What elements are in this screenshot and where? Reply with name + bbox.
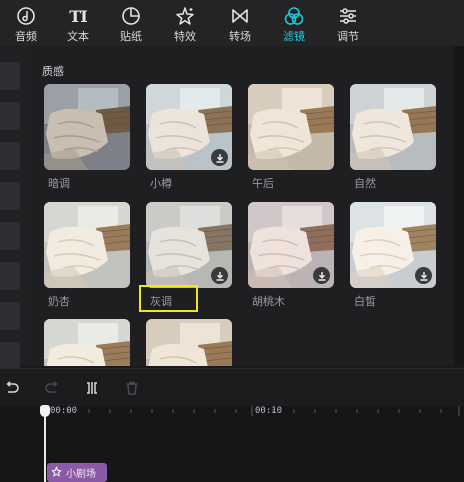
- transition-bowtie-icon: [229, 6, 251, 26]
- category-button[interactable]: [0, 102, 20, 130]
- time-mark: 00:10: [255, 406, 283, 416]
- category-button[interactable]: [0, 62, 20, 90]
- filter-label: 灰调: [150, 295, 172, 308]
- sticker-icon: [120, 6, 142, 26]
- filter-card[interactable]: 灰调: [146, 202, 232, 308]
- filter-card[interactable]: 白皙: [350, 202, 436, 308]
- section-title: 质感: [42, 65, 64, 78]
- filter-card[interactable]: [146, 319, 232, 366]
- filter-card[interactable]: 小樽: [146, 84, 232, 190]
- category-button[interactable]: [0, 182, 20, 210]
- timeline-toolbar: [0, 368, 464, 406]
- tool-filter[interactable]: 滤镜: [268, 0, 320, 46]
- filter-card[interactable]: 午后: [248, 84, 334, 190]
- download-icon[interactable]: [313, 267, 330, 284]
- filter-thumbnail: [44, 202, 130, 288]
- tool-adjust[interactable]: 调节: [322, 0, 374, 46]
- tool-transition[interactable]: 转场: [214, 0, 266, 46]
- filter-thumbnail: [350, 84, 436, 170]
- playhead[interactable]: [44, 410, 46, 482]
- tool-label: 滤镜: [283, 30, 305, 43]
- undo-icon[interactable]: [2, 378, 22, 398]
- filter-card[interactable]: 暗调: [44, 84, 130, 190]
- editor-toolbar: 音频 TI 文本 贴纸 特效 转场 滤镜 调节: [0, 0, 464, 46]
- filter-card[interactable]: 胡桃木: [248, 202, 334, 308]
- category-button[interactable]: [0, 222, 20, 250]
- tool-effects[interactable]: 特效: [159, 0, 211, 46]
- filter-thumbnail: [146, 202, 232, 288]
- filter-label: 自然: [354, 177, 376, 190]
- text-ti-icon: TI: [69, 6, 87, 26]
- filter-thumbnail: [350, 202, 436, 288]
- category-button[interactable]: [0, 342, 20, 370]
- filter-thumbnail: [146, 319, 232, 366]
- music-note-icon: [15, 6, 37, 26]
- filter-card[interactable]: [44, 319, 130, 366]
- filter-panel: 质感 暗调 小樽 午后 自然 奶杏 灰调 胡桃木 白皙: [32, 46, 454, 366]
- category-button[interactable]: [0, 302, 20, 330]
- filter-card[interactable]: 奶杏: [44, 202, 130, 308]
- filter-label: 奶杏: [48, 295, 70, 308]
- filter-thumbnail: [248, 202, 334, 288]
- tool-label: 特效: [174, 30, 196, 43]
- adjust-sliders-icon: [337, 6, 359, 26]
- time-mark: 00:00: [50, 406, 78, 416]
- redo-icon[interactable]: [42, 378, 62, 398]
- sparkle-star-icon: [174, 6, 196, 26]
- panel-edge: [454, 46, 464, 366]
- tool-label: 贴纸: [120, 30, 142, 43]
- filter-label: 白皙: [354, 295, 376, 308]
- delete-icon[interactable]: [122, 378, 142, 398]
- tool-label: 调节: [337, 30, 359, 43]
- tool-label: 转场: [229, 30, 251, 43]
- filter-card[interactable]: 自然: [350, 84, 436, 190]
- filter-label: 暗调: [48, 177, 70, 190]
- tool-text[interactable]: TI 文本: [52, 0, 104, 46]
- download-icon[interactable]: [211, 267, 228, 284]
- clip-label: 小剧场: [66, 469, 96, 480]
- sparkle-star-icon: [51, 466, 62, 480]
- tool-sticker[interactable]: 贴纸: [105, 0, 157, 46]
- filter-label: 小樽: [150, 177, 172, 190]
- filter-label: 午后: [252, 177, 274, 190]
- filter-label: 胡桃木: [252, 295, 285, 308]
- download-icon[interactable]: [415, 267, 432, 284]
- filter-circles-icon: [283, 6, 305, 26]
- category-button[interactable]: [0, 142, 20, 170]
- category-rail: [0, 46, 32, 370]
- filter-thumbnail: [44, 319, 130, 366]
- split-icon[interactable]: [82, 378, 102, 398]
- filter-thumbnail: [248, 84, 334, 170]
- filter-thumbnail: [146, 84, 232, 170]
- playhead-handle[interactable]: [40, 405, 50, 417]
- tool-label: 文本: [67, 30, 89, 43]
- tool-audio[interactable]: 音频: [0, 0, 52, 46]
- effect-clip[interactable]: 小剧场: [47, 463, 107, 482]
- category-button[interactable]: [0, 262, 20, 290]
- filter-thumbnail: [44, 84, 130, 170]
- download-icon[interactable]: [211, 149, 228, 166]
- tool-label: 音频: [15, 30, 37, 43]
